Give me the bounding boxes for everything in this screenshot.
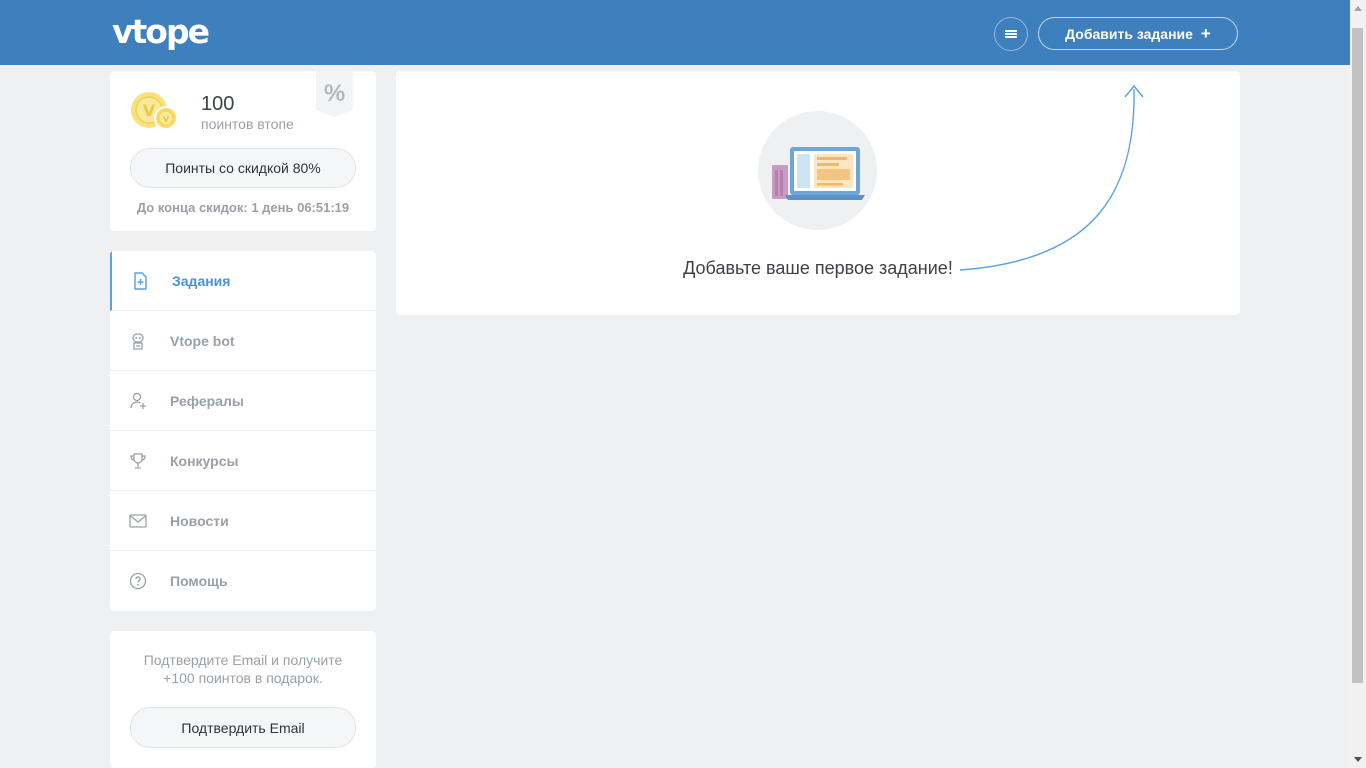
sidebar-item-label: Vtope bot xyxy=(170,332,235,349)
sidebar-item-referrals[interactable]: Рефералы xyxy=(110,371,376,431)
add-task-label: Добавить задание xyxy=(1065,25,1193,42)
email-text-line2: +100 поинтов в подарок. xyxy=(163,670,323,686)
sidebar-item-tasks[interactable]: Задания xyxy=(110,251,376,311)
sidebar-item-contests[interactable]: Конкурсы xyxy=(110,431,376,491)
sidebar-item-label: Задания xyxy=(172,272,231,289)
page-scrollbar[interactable] xyxy=(1350,0,1366,768)
points-value: 100 xyxy=(201,93,235,115)
sidebar-item-news[interactable]: Новости xyxy=(110,491,376,551)
sidebar-item-label: Рефералы xyxy=(170,392,244,409)
add-task-button[interactable]: Добавить задание + xyxy=(1038,17,1238,50)
discount-points-button[interactable]: Поинты со скидкой 80% xyxy=(130,148,356,188)
sidebar-item-label: Конкурсы xyxy=(170,452,239,469)
plus-icon: + xyxy=(1200,23,1211,43)
sidebar-item-vtope-bot[interactable]: Vtope bot xyxy=(110,311,376,371)
top-bar: vtope Добавить задание + xyxy=(0,0,1350,65)
coins-icon: V v xyxy=(131,92,178,130)
help-icon xyxy=(129,572,147,590)
tasks-empty-state: Добавьте ваше первое задание! xyxy=(396,71,1240,315)
sidebar-nav: Задания Vtope bot Рефералы Конкурсы Ново… xyxy=(110,251,376,611)
sidebar-item-label: Новости xyxy=(170,512,229,529)
scroll-down-arrow-icon[interactable] xyxy=(1354,757,1362,762)
hamburger-icon xyxy=(1005,30,1017,38)
scroll-up-arrow-icon[interactable] xyxy=(1354,6,1362,11)
scrollbar-thumb[interactable] xyxy=(1352,28,1363,683)
sidebar-item-help[interactable]: Помощь xyxy=(110,551,376,611)
pointer-arrow-icon xyxy=(959,84,1144,271)
mail-icon xyxy=(129,514,147,528)
email-confirm-text: Подтвердите Email и получите +100 поинто… xyxy=(110,651,376,687)
laptop-illustration-icon xyxy=(758,111,877,230)
percent-icon: % xyxy=(323,80,346,107)
points-card: V v 100 поинтов втопе % Поинты со скидко… xyxy=(110,71,376,231)
vtope-logo[interactable]: vtope xyxy=(112,12,210,51)
points-label: поинтов втопе xyxy=(201,116,294,132)
svg-text:V: V xyxy=(143,101,156,120)
email-text-line1: Подтвердите Email и получите xyxy=(143,652,343,668)
menu-button[interactable] xyxy=(994,17,1028,51)
sidebar-item-label: Помощь xyxy=(170,573,228,589)
email-confirm-card: Подтвердите Email и получите +100 поинто… xyxy=(110,631,376,768)
svg-text:v: v xyxy=(163,114,170,125)
bot-icon xyxy=(132,333,144,350)
trophy-icon xyxy=(130,453,146,469)
discount-percent-tag[interactable]: % xyxy=(316,71,353,117)
confirm-email-button[interactable]: Подтвердить Email xyxy=(130,707,356,748)
tasks-icon xyxy=(134,272,147,290)
referrals-icon xyxy=(130,392,146,409)
discount-countdown: До конца скидок: 1 день 06:51:19 xyxy=(136,200,350,215)
